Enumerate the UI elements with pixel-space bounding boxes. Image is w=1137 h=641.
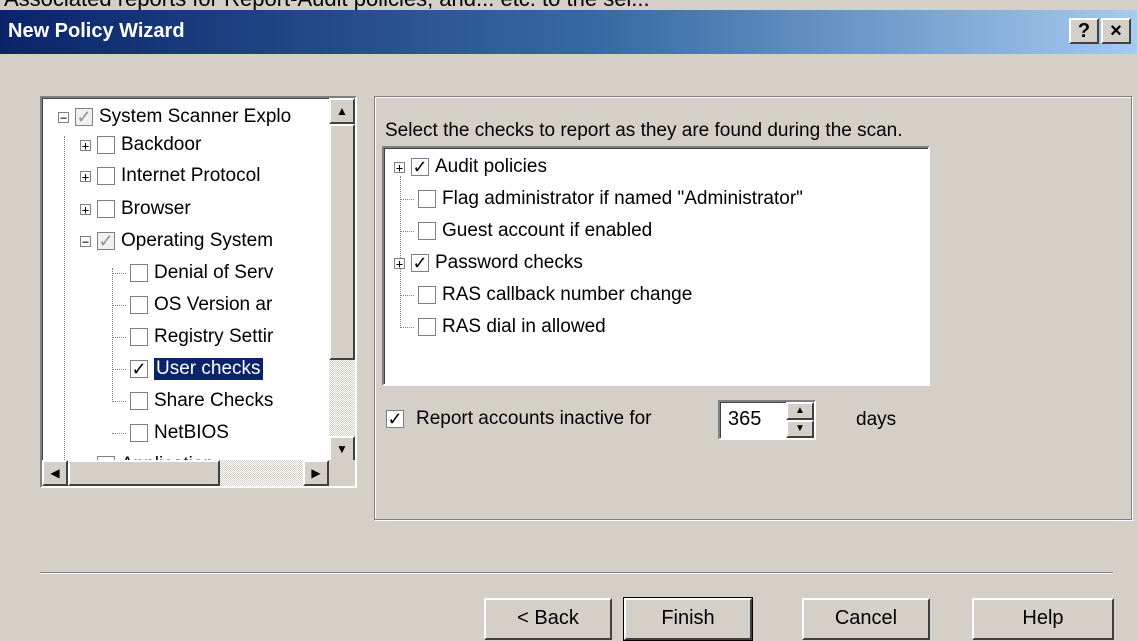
checkbox-icon[interactable]: ✓ bbox=[411, 254, 429, 272]
tree-item-label: Share Checks bbox=[154, 390, 274, 411]
report-inactive-label: Report accounts inactive for bbox=[416, 408, 652, 429]
tree-item[interactable]: Share Checks bbox=[112, 388, 273, 414]
expand-icon[interactable]: + bbox=[80, 139, 91, 152]
checkbox-icon[interactable]: ✓ bbox=[386, 410, 404, 428]
checkbox-icon[interactable] bbox=[130, 296, 148, 314]
close-caption-button[interactable]: × bbox=[1101, 18, 1131, 44]
instruction-text: Select the checks to report as they are … bbox=[385, 120, 903, 141]
checkbox-icon[interactable] bbox=[418, 318, 436, 336]
tree-item-label: NetBIOS bbox=[154, 422, 229, 443]
checkbox-icon[interactable]: ✓ bbox=[97, 232, 115, 250]
tree-item-label: Browser bbox=[121, 198, 191, 219]
scroll-thumb[interactable] bbox=[68, 460, 220, 486]
tree-item-label: System Scanner Explo bbox=[99, 106, 292, 127]
tree-item[interactable]: Registry Settir bbox=[112, 324, 273, 350]
check-item[interactable]: RAS dial in allowed bbox=[400, 314, 606, 340]
expand-icon[interactable]: + bbox=[80, 203, 91, 216]
checkbox-icon[interactable] bbox=[418, 222, 436, 240]
check-item-label: Audit policies bbox=[435, 156, 547, 177]
check-item-label: Guest account if enabled bbox=[442, 220, 653, 241]
horizontal-scrollbar[interactable]: ◀ ▶ bbox=[42, 460, 329, 486]
category-tree[interactable]: − ✓ System Scanner Explo + Backdoor + In… bbox=[40, 96, 357, 488]
scroll-right-button[interactable]: ▶ bbox=[303, 460, 329, 486]
separator bbox=[40, 572, 1113, 574]
scroll-down-button[interactable]: ▼ bbox=[329, 436, 355, 462]
check-item-label: Flag administrator if named "Administrat… bbox=[442, 188, 803, 209]
tree-item-label: Operating System bbox=[121, 230, 274, 251]
check-item-label: Password checks bbox=[435, 252, 583, 273]
check-item[interactable]: + ✓ Password checks bbox=[394, 250, 583, 276]
tree-item[interactable]: + Internet Protocol bbox=[80, 163, 260, 189]
checkbox-icon[interactable] bbox=[130, 392, 148, 410]
tree-item[interactable]: OS Version ar bbox=[112, 292, 272, 318]
checkbox-icon[interactable]: ✓ bbox=[75, 108, 93, 126]
tree-item-label: Denial of Serv bbox=[154, 262, 274, 283]
tree-item-label: Backdoor bbox=[121, 134, 202, 155]
spin-up-button[interactable]: ▲ bbox=[786, 402, 814, 420]
tree-item-label: OS Version ar bbox=[154, 294, 273, 315]
finish-button[interactable]: Finish bbox=[623, 597, 753, 641]
back-button[interactable]: < Back bbox=[484, 598, 612, 640]
checkbox-icon[interactable] bbox=[97, 200, 115, 218]
checkbox-icon[interactable]: ✓ bbox=[411, 158, 429, 176]
check-item-label: RAS callback number change bbox=[442, 284, 693, 305]
checkbox-icon[interactable] bbox=[97, 136, 115, 154]
tree-item[interactable]: Denial of Serv bbox=[112, 260, 273, 286]
report-inactive-row[interactable]: ✓ Report accounts inactive for bbox=[386, 406, 652, 432]
check-item-label: RAS dial in allowed bbox=[442, 316, 606, 337]
check-item[interactable]: Flag administrator if named "Administrat… bbox=[400, 186, 803, 212]
checkbox-icon[interactable] bbox=[130, 424, 148, 442]
tree-item[interactable]: + Browser bbox=[80, 196, 191, 222]
tree-item-label: Registry Settir bbox=[154, 326, 274, 347]
scroll-up-button[interactable]: ▲ bbox=[329, 98, 355, 124]
expand-icon[interactable]: + bbox=[394, 161, 405, 174]
tree-item[interactable]: + Backdoor bbox=[80, 132, 201, 158]
checkbox-icon[interactable] bbox=[418, 190, 436, 208]
checkbox-icon[interactable] bbox=[130, 328, 148, 346]
check-item[interactable]: RAS callback number change bbox=[400, 282, 692, 308]
tree-item-selected[interactable]: ✓ User checks bbox=[112, 356, 263, 382]
scroll-thumb[interactable] bbox=[329, 124, 355, 360]
tree-item[interactable]: NetBIOS bbox=[112, 420, 229, 446]
window-title: New Policy Wizard bbox=[8, 20, 185, 42]
cancel-button[interactable]: Cancel bbox=[802, 598, 930, 640]
checks-list[interactable]: + ✓ Audit policies Flag administrator if… bbox=[382, 146, 930, 386]
title-bar: New Policy Wizard ? × bbox=[0, 10, 1137, 54]
expand-icon[interactable]: + bbox=[394, 257, 405, 270]
spin-down-button[interactable]: ▼ bbox=[786, 420, 814, 438]
expand-icon[interactable]: + bbox=[80, 170, 91, 183]
collapse-icon[interactable]: − bbox=[80, 235, 91, 248]
tree-item[interactable]: − ✓ Operating System bbox=[80, 228, 273, 254]
checkbox-icon[interactable] bbox=[130, 264, 148, 282]
tree-item-label: Internet Protocol bbox=[121, 165, 261, 186]
checkbox-icon[interactable] bbox=[97, 167, 115, 185]
days-unit-label: days bbox=[856, 409, 897, 430]
check-item[interactable]: + ✓ Audit policies bbox=[394, 154, 547, 180]
collapse-icon[interactable]: − bbox=[58, 111, 69, 124]
vertical-scrollbar[interactable]: ▲ ▼ bbox=[329, 98, 355, 462]
help-button[interactable]: Help bbox=[972, 598, 1114, 640]
tree-item[interactable]: − ✓ System Scanner Explo bbox=[58, 104, 291, 130]
checkbox-icon[interactable] bbox=[418, 286, 436, 304]
tree-item-label: User checks bbox=[154, 358, 263, 380]
scroll-left-button[interactable]: ◀ bbox=[42, 460, 68, 486]
checkbox-icon[interactable]: ✓ bbox=[130, 360, 148, 378]
clipped-caption-text: Associated reports for Report-Audit poli… bbox=[0, 0, 1137, 10]
check-item[interactable]: Guest account if enabled bbox=[400, 218, 652, 244]
help-caption-button[interactable]: ? bbox=[1069, 18, 1099, 44]
